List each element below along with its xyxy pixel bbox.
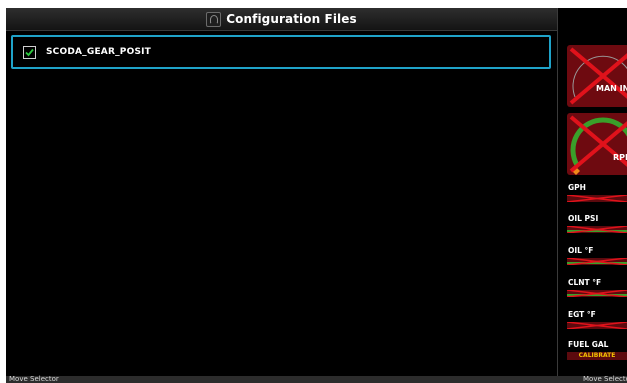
configuration-icon — [206, 11, 222, 27]
dial-label: RPM — [613, 153, 627, 162]
rpm-dial: RPM — [567, 113, 627, 175]
title-bar: Configuration Files — [6, 8, 557, 31]
file-list: SCODA_GEAR_POSIT — [11, 35, 551, 69]
configuration-files-panel: Configuration Files SCODA_GEAR_POSIT — [6, 8, 557, 376]
gauge-bar — [567, 195, 627, 202]
gauge-bar — [567, 226, 627, 233]
gauge-bar — [567, 258, 627, 265]
failed-bar-x-icon — [567, 258, 627, 265]
gauge-bar — [567, 322, 627, 329]
status-hint-right: Move Selector — [583, 375, 627, 383]
calibrate-badge: CALIBRATE — [567, 352, 627, 360]
oil-pressure-gauge: OIL PSI — [567, 214, 627, 244]
failed-bar-x-icon — [567, 290, 627, 297]
file-name: SCODA_GEAR_POSIT — [46, 47, 152, 57]
manifold-pressure-dial: MAN IN — [567, 45, 627, 107]
check-icon — [25, 48, 34, 56]
failed-bar-x-icon — [567, 322, 627, 329]
file-list-item[interactable]: SCODA_GEAR_POSIT — [11, 35, 551, 69]
gauge-label: EGT °F — [568, 310, 596, 319]
gauge-label: FUEL GAL — [568, 340, 609, 349]
gauge-bar — [567, 290, 627, 297]
gph-gauge: GPH — [567, 183, 627, 213]
gauge-label: OIL °F — [568, 246, 594, 255]
page-title: Configuration Files — [226, 12, 357, 26]
failed-gauge-x-icon — [569, 47, 627, 105]
fuel-quantity-gauge: FUEL GAL CALIBRATE — [567, 340, 627, 370]
engine-indication-strip: MAN IN RPM GPH OIL PSI — [558, 8, 627, 376]
coolant-temperature-gauge: CLNT °F — [567, 278, 627, 308]
checkbox[interactable] — [23, 45, 36, 59]
failed-bar-x-icon — [567, 226, 627, 233]
dial-label: MAN IN — [596, 84, 627, 93]
oil-temperature-gauge: OIL °F — [567, 246, 627, 276]
status-hint-left: Move Selector — [9, 375, 59, 383]
egt-gauge: EGT °F — [567, 310, 627, 340]
mfd-screen: Configuration Files SCODA_GEAR_POSIT MAN… — [6, 8, 627, 383]
gauge-label: OIL PSI — [568, 214, 599, 223]
failed-gauge-x-icon — [569, 115, 627, 175]
failed-bar-x-icon — [567, 195, 627, 202]
gauge-label: GPH — [568, 183, 586, 192]
gauge-label: CLNT °F — [568, 278, 602, 287]
softkey-status-bar: Move Selector Move Selector — [6, 375, 627, 383]
